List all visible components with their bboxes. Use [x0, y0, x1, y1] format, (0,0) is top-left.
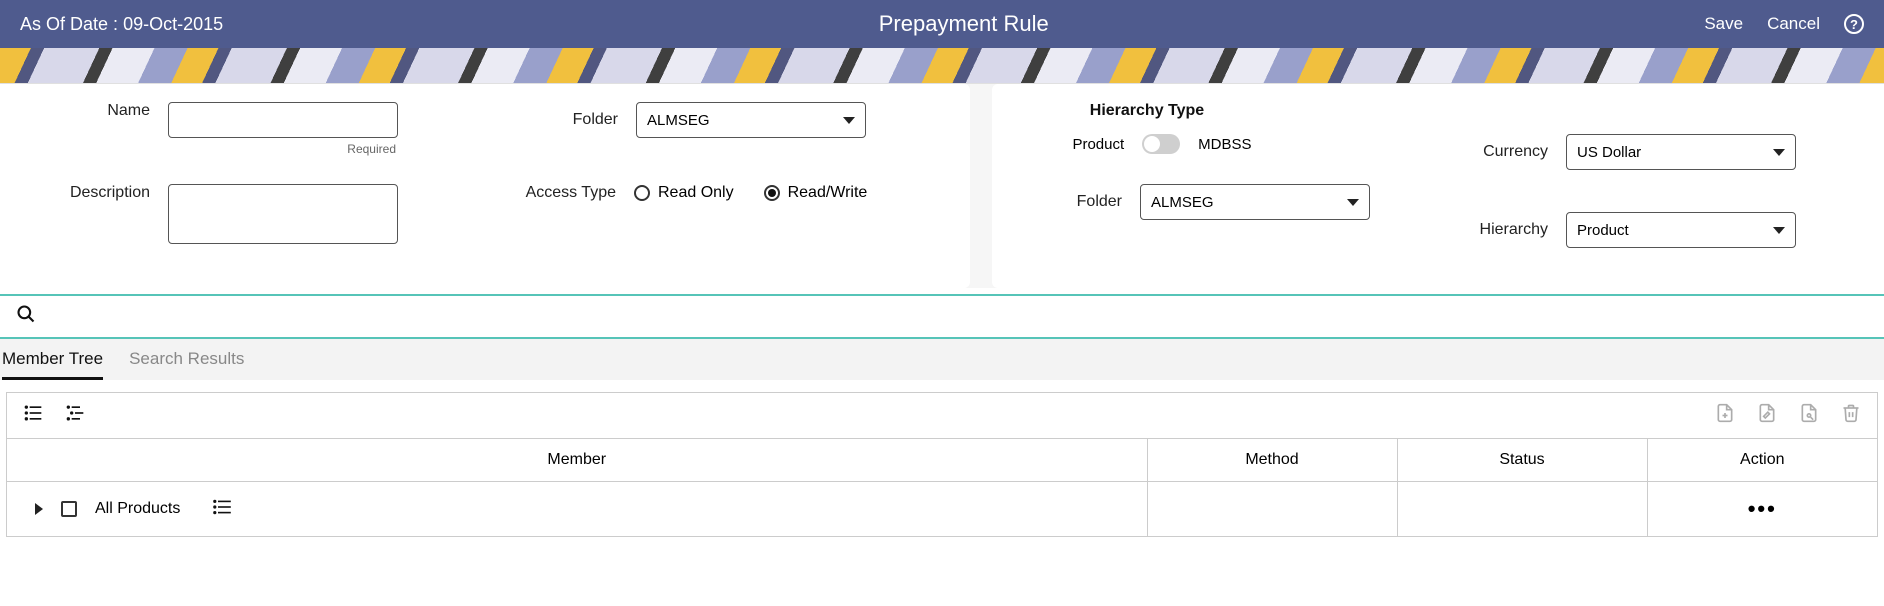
search-bar[interactable] [0, 294, 1884, 339]
header-member: Member [7, 439, 1147, 482]
tree-tabs: Member Tree Search Results [0, 339, 1884, 380]
row-actions-menu[interactable]: ••• [1748, 496, 1777, 521]
header-actions: Save Cancel ? [1704, 14, 1864, 34]
header-status: Status [1397, 439, 1647, 482]
toggle-product-label: Product [1072, 136, 1124, 153]
chevron-down-icon [1347, 199, 1359, 206]
folder-field-right: Folder ALMSEG [1022, 184, 1438, 220]
chevron-down-icon [843, 117, 855, 124]
hierarchy-type-toggle-field: Product MDBSS [1022, 134, 1302, 154]
toggle-mdbss-label: MDBSS [1198, 136, 1251, 153]
name-required-label: Required [347, 142, 398, 156]
view-file-icon[interactable] [1799, 403, 1819, 428]
radio-icon [634, 185, 650, 201]
cell-member: All Products [7, 482, 1147, 537]
folder-value-right: ALMSEG [1151, 194, 1214, 211]
access-type-label: Access Type [516, 184, 616, 202]
hierarchy-select[interactable]: Product [1566, 212, 1796, 248]
help-icon[interactable]: ? [1844, 14, 1864, 34]
rule-details-panel: Name Required Folder ALMSEG Description [0, 84, 970, 288]
cell-status [1397, 482, 1647, 537]
access-read-only-radio[interactable]: Read Only [634, 184, 734, 202]
as-of-value: 09-Oct-2015 [123, 14, 223, 34]
expand-all-icon[interactable] [23, 403, 43, 428]
name-label: Name [30, 102, 150, 120]
tab-search-results[interactable]: Search Results [129, 349, 244, 380]
cell-method [1147, 482, 1397, 537]
member-name: All Products [95, 500, 180, 518]
folder-field-left: Folder ALMSEG [538, 102, 866, 138]
cancel-button[interactable]: Cancel [1767, 14, 1820, 34]
decorative-banner [0, 48, 1884, 84]
list-icon[interactable] [212, 499, 232, 520]
description-field: Description [30, 184, 398, 244]
currency-value: US Dollar [1577, 144, 1641, 161]
header-method: Method [1147, 439, 1397, 482]
row-checkbox[interactable] [61, 501, 77, 517]
folder-select-left[interactable]: ALMSEG [636, 102, 866, 138]
hierarchy-value: Product [1577, 222, 1629, 239]
hierarchy-field: Hierarchy Product [1438, 212, 1854, 248]
member-table-container: Member Method Status Action All Products [6, 392, 1878, 537]
table-row: All Products ••• [7, 482, 1877, 537]
currency-field: Currency US Dollar [1438, 134, 1854, 170]
header-action: Action [1647, 439, 1877, 482]
name-input[interactable] [168, 102, 398, 138]
folder-select-right[interactable]: ALMSEG [1140, 184, 1370, 220]
app-header: As Of Date : 09-Oct-2015 Prepayment Rule… [0, 0, 1884, 48]
folder-value-left: ALMSEG [647, 112, 710, 129]
hierarchy-panel: Hierarchy Type Product MDBSS Folder ALMS… [992, 84, 1884, 288]
save-button[interactable]: Save [1704, 14, 1743, 34]
table-toolbar [7, 393, 1877, 438]
description-input[interactable] [168, 184, 398, 244]
radio-icon [764, 185, 780, 201]
folder-label-left: Folder [538, 111, 618, 129]
chevron-down-icon [1773, 227, 1785, 234]
name-field: Name Required [30, 102, 398, 156]
as-of-date: As Of Date : 09-Oct-2015 [20, 14, 223, 35]
add-file-icon[interactable] [1715, 403, 1735, 428]
hierarchy-type-label: Hierarchy Type [1022, 102, 1272, 120]
collapse-all-icon[interactable] [65, 403, 85, 428]
hierarchy-label: Hierarchy [1438, 221, 1548, 239]
chevron-down-icon [1773, 149, 1785, 156]
edit-file-icon[interactable] [1757, 403, 1777, 428]
folder-label-right: Folder [1022, 193, 1122, 211]
page-title: Prepayment Rule [223, 11, 1704, 37]
member-table: Member Method Status Action All Products [7, 438, 1877, 536]
access-read-write-label: Read/Write [788, 184, 868, 202]
currency-select[interactable]: US Dollar [1566, 134, 1796, 170]
table-header-row: Member Method Status Action [7, 439, 1877, 482]
description-label: Description [30, 184, 150, 202]
currency-label: Currency [1438, 143, 1548, 161]
cell-action: ••• [1647, 482, 1877, 537]
search-icon [16, 304, 36, 329]
tab-member-tree[interactable]: Member Tree [2, 349, 103, 380]
delete-icon[interactable] [1841, 403, 1861, 428]
access-read-write-radio[interactable]: Read/Write [764, 184, 868, 202]
form-panels: Name Required Folder ALMSEG Description [0, 84, 1884, 288]
as-of-label: As Of Date : [20, 14, 118, 34]
access-type-field: Access Type Read Only Read/Write [516, 184, 867, 202]
access-read-only-label: Read Only [658, 184, 734, 202]
expand-toggle-icon[interactable] [35, 503, 43, 515]
hierarchy-type-toggle[interactable] [1142, 134, 1180, 154]
